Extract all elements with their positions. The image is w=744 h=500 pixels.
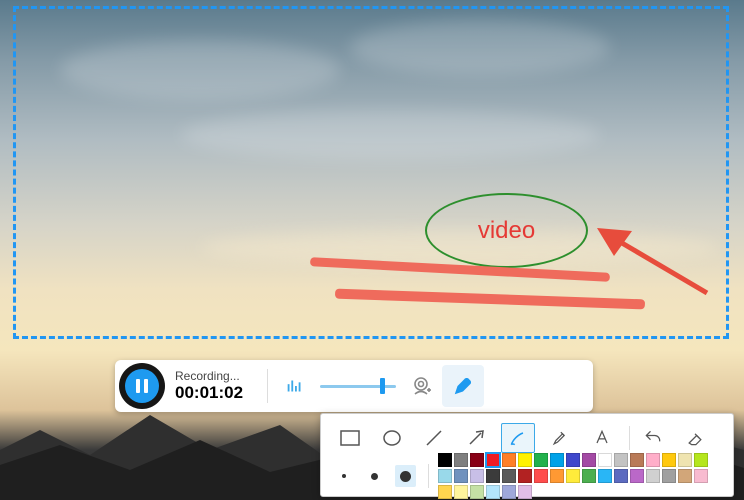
divider (267, 369, 268, 403)
color-swatch[interactable] (598, 453, 612, 467)
audio-level-button[interactable] (274, 365, 316, 407)
color-swatch[interactable] (454, 469, 468, 483)
color-swatch[interactable] (534, 469, 548, 483)
color-swatch[interactable] (694, 453, 708, 467)
color-swatch[interactable] (470, 485, 484, 499)
recording-status: Recording... 00:01:02 (175, 369, 243, 404)
color-swatch[interactable] (534, 453, 548, 467)
color-swatch[interactable] (502, 469, 516, 483)
shape-line-button[interactable] (417, 423, 451, 453)
webcam-toggle-button[interactable] (400, 365, 442, 407)
color-swatch[interactable] (502, 453, 516, 467)
color-palette (437, 452, 723, 500)
color-swatch[interactable] (630, 453, 644, 467)
divider (629, 426, 630, 450)
color-swatch[interactable] (662, 469, 676, 483)
color-swatch[interactable] (678, 469, 692, 483)
shape-brush-button[interactable] (501, 423, 535, 453)
stroke-size-medium[interactable] (364, 465, 385, 487)
erase-button[interactable] (678, 423, 712, 453)
annotation-ellipse: video (425, 193, 588, 268)
color-swatch[interactable] (438, 453, 452, 467)
color-swatch[interactable] (502, 485, 516, 499)
recording-elapsed-time: 00:01:02 (175, 383, 243, 403)
annotation-ellipse-label: video (478, 217, 535, 245)
color-swatch[interactable] (598, 469, 612, 483)
color-swatch[interactable] (646, 469, 660, 483)
color-swatch[interactable] (630, 469, 644, 483)
color-swatch[interactable] (486, 469, 500, 483)
undo-button[interactable] (636, 423, 670, 453)
color-swatch[interactable] (486, 485, 500, 499)
shape-arrow-button[interactable] (459, 423, 493, 453)
color-swatch[interactable] (486, 453, 500, 467)
color-swatch[interactable] (470, 469, 484, 483)
color-swatch[interactable] (470, 453, 484, 467)
annotation-brush-stroke (335, 289, 645, 310)
recording-status-label: Recording... (175, 369, 243, 383)
color-swatch[interactable] (566, 469, 580, 483)
annotation-arrow (592, 218, 712, 298)
recording-toolbar: Recording... 00:01:02 (115, 360, 593, 412)
annotate-toggle-button[interactable] (442, 365, 484, 407)
color-swatch[interactable] (694, 469, 708, 483)
annotation-toolbox (320, 413, 734, 497)
shape-highlighter-button[interactable] (543, 423, 577, 453)
shape-text-button[interactable] (585, 423, 619, 453)
color-swatch[interactable] (614, 453, 628, 467)
color-swatch[interactable] (438, 469, 452, 483)
color-swatch[interactable] (582, 453, 596, 467)
pause-button-wrap (119, 363, 165, 409)
divider (428, 464, 429, 488)
color-swatch[interactable] (438, 485, 452, 499)
color-swatch[interactable] (550, 453, 564, 467)
color-swatch[interactable] (518, 469, 532, 483)
color-swatch[interactable] (518, 485, 532, 499)
color-swatch[interactable] (454, 485, 468, 499)
size-and-color-row (333, 458, 723, 494)
shape-tool-row (333, 420, 723, 456)
color-swatch[interactable] (678, 453, 692, 467)
volume-slider[interactable] (320, 365, 396, 407)
color-swatch[interactable] (518, 453, 532, 467)
color-swatch[interactable] (566, 453, 580, 467)
stroke-size-large[interactable] (395, 465, 416, 487)
color-swatch[interactable] (550, 469, 564, 483)
stroke-size-small[interactable] (333, 465, 354, 487)
color-swatch[interactable] (614, 469, 628, 483)
annotation-brush-stroke (310, 257, 610, 282)
color-swatch[interactable] (646, 453, 660, 467)
pause-button[interactable] (125, 369, 159, 403)
shape-ellipse-button[interactable] (375, 423, 409, 453)
color-swatch[interactable] (662, 453, 676, 467)
shape-rectangle-button[interactable] (333, 423, 367, 453)
color-swatch[interactable] (454, 453, 468, 467)
color-swatch[interactable] (582, 469, 596, 483)
